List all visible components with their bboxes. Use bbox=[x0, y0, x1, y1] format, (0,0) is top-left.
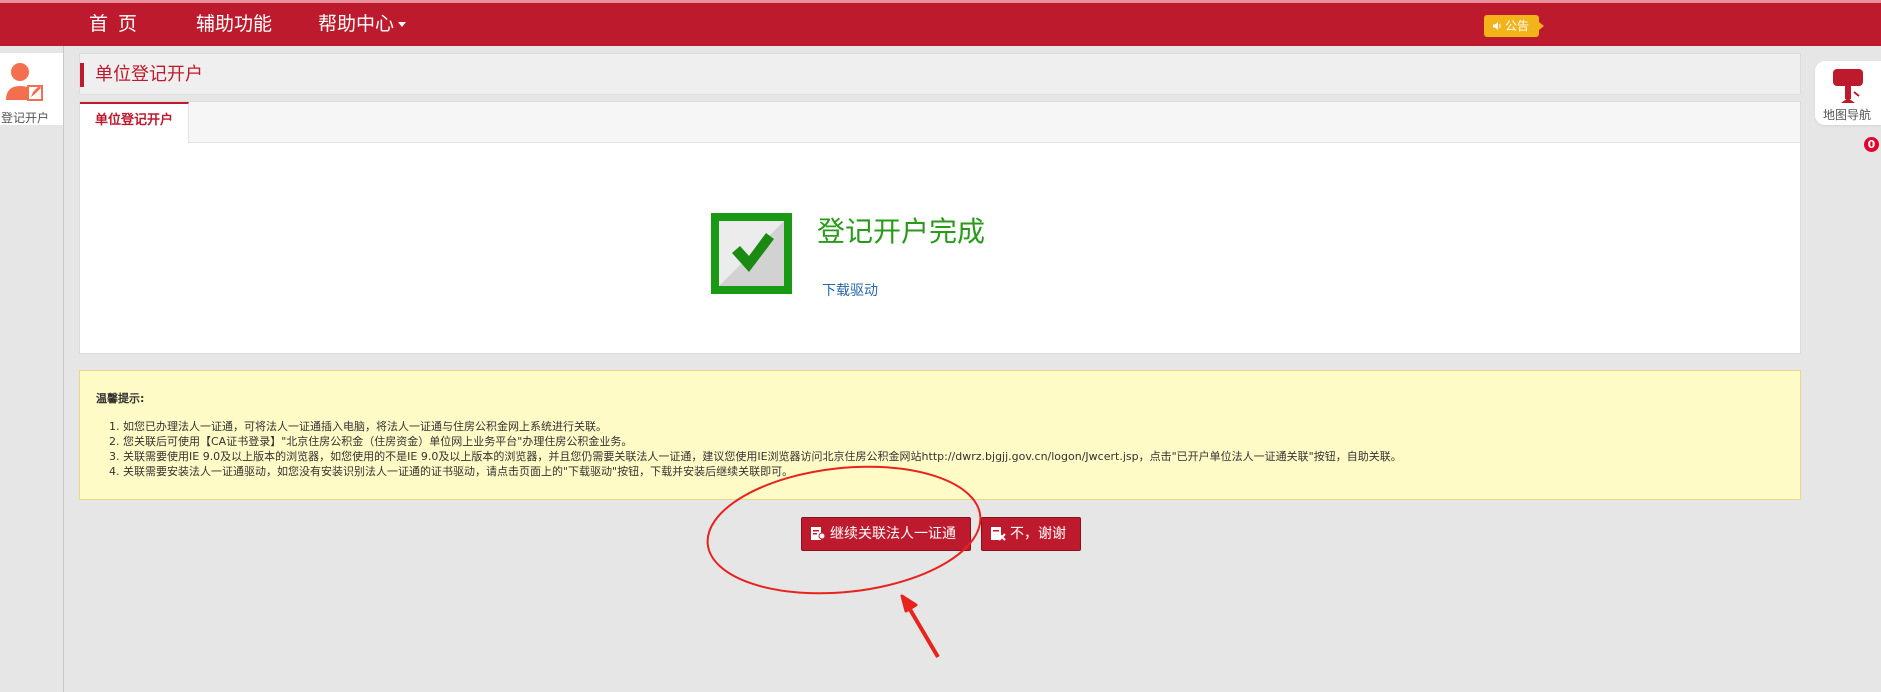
top-navigation-bar: 首页 辅助功能 帮助中心 公告 bbox=[0, 0, 1881, 46]
speaker-icon bbox=[1493, 22, 1501, 30]
list-item: 关联需要安装法人一证通驱动，如您没有安装识别法人一证通的证书驱动，请点击页面上的… bbox=[123, 464, 1402, 479]
tips-box: 温馨提示: 如您已办理法人一证通，可将法人一证通插入电脑，将法人一证通与住房公积… bbox=[79, 370, 1801, 500]
sidebar-item-label: 登记开户 bbox=[0, 111, 49, 125]
map-navigation-button[interactable]: 地图导航 bbox=[1815, 61, 1881, 125]
tips-list: 如您已办理法人一证通，可将法人一证通插入电脑，将法人一证通与住房公积金网上系统进… bbox=[105, 419, 1402, 479]
continue-link-certificate-button[interactable]: 继续关联法人一证通 bbox=[801, 517, 971, 551]
user-edit-icon bbox=[6, 63, 43, 101]
nav-help-label: 帮助中心 bbox=[318, 13, 395, 35]
decline-button-label: 不，谢谢 bbox=[1010, 526, 1066, 542]
notice-label: 公告 bbox=[1505, 19, 1530, 33]
nav-home[interactable]: 首页 bbox=[89, 11, 147, 37]
notification-badge: 0 bbox=[1864, 137, 1879, 152]
certificate-close-icon bbox=[991, 526, 1006, 541]
page-header: 单位登记开户 bbox=[79, 53, 1801, 95]
continue-button-label: 继续关联法人一证通 bbox=[830, 526, 956, 542]
main-panel: 单位登记开户 登记开户完成 下载驱动 bbox=[79, 101, 1801, 354]
annotation-arrow bbox=[900, 594, 940, 659]
map-navigation-icon bbox=[1833, 69, 1863, 103]
map-navigation-label: 地图导航 bbox=[1823, 108, 1872, 122]
left-sidebar: 登记开户 bbox=[0, 46, 64, 692]
tab-register-account[interactable]: 单位登记开户 bbox=[80, 102, 190, 143]
list-item: 您关联后可使用【CA证书登录】"北京住房公积金（住房资金）单位网上业务平台"办理… bbox=[123, 434, 1402, 449]
list-item: 关联需要使用IE 9.0及以上版本的浏览器，如您使用的不是IE 9.0及以上版本… bbox=[123, 449, 1402, 464]
title-accent-bar bbox=[80, 63, 84, 87]
certificate-icon bbox=[811, 526, 826, 540]
success-title: 登记开户完成 bbox=[817, 215, 986, 248]
nav-help-center[interactable]: 帮助中心 bbox=[318, 11, 407, 37]
chevron-down-icon bbox=[398, 22, 407, 27]
list-item: 如您已办理法人一证通，可将法人一证通插入电脑，将法人一证通与住房公积金网上系统进… bbox=[123, 419, 1402, 434]
notice-button[interactable]: 公告 bbox=[1484, 15, 1545, 37]
tips-title: 温馨提示: bbox=[96, 392, 145, 405]
tab-bar: 单位登记开户 bbox=[80, 102, 1800, 143]
page-title: 单位登记开户 bbox=[95, 64, 203, 85]
nav-auxiliary-functions[interactable]: 辅助功能 bbox=[196, 11, 272, 37]
download-driver-link[interactable]: 下载驱动 bbox=[822, 280, 878, 300]
decline-button[interactable]: 不，谢谢 bbox=[981, 517, 1081, 551]
sidebar-item-register-account[interactable]: 登记开户 bbox=[0, 53, 63, 125]
checkmark-icon bbox=[711, 213, 792, 294]
